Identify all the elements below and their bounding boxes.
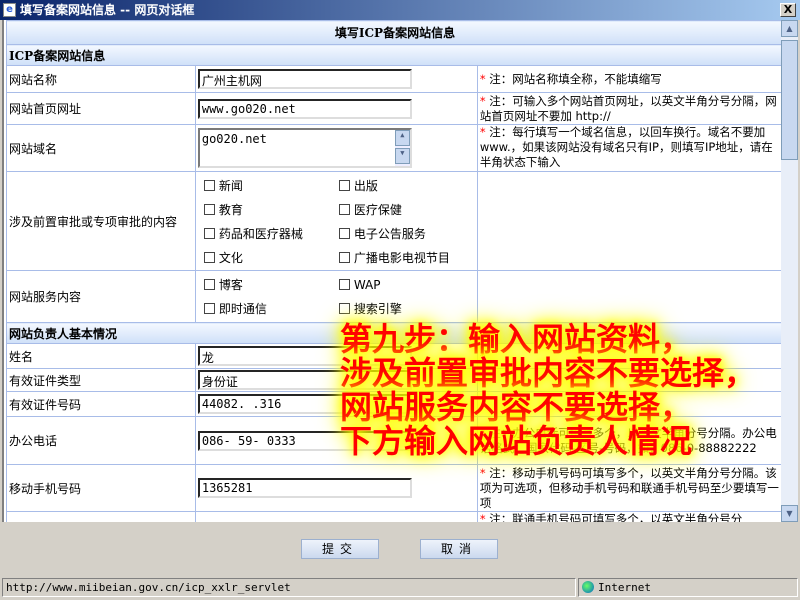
- title-bar: e 填写备案网站信息 -- 网页对话框 X: [0, 0, 800, 20]
- checkbox-im[interactable]: 即时通信: [203, 300, 339, 317]
- site-name-input[interactable]: 广州主机网: [197, 69, 412, 89]
- label-office-phone: 办公电话: [6, 416, 196, 465]
- site-name-note: 注：网站名称填全称，不能填缩写: [489, 71, 662, 86]
- overlay-line: 网站服务内容不要选择，: [340, 388, 693, 426]
- overlay-line: 第九步：输入网站资料，: [340, 320, 693, 358]
- unicom-note: 注：联通手机号码可填写多个，以英文半角分号分: [489, 512, 743, 522]
- domain-value: go020.net: [201, 132, 267, 146]
- scroll-thumb[interactable]: [781, 40, 798, 160]
- overlay-line: 下方输入网站负责人情况: [340, 422, 693, 460]
- status-bar: http://www.miibeian.gov.cn/icp_xxlr_serv…: [0, 577, 800, 598]
- label-name: 姓名: [6, 343, 196, 369]
- window-title: 填写备案网站信息 -- 网页对话框: [20, 3, 195, 17]
- checkbox-wap[interactable]: WAP: [338, 276, 469, 293]
- submit-button[interactable]: 提交: [301, 539, 379, 559]
- label-preapproval: 涉及前置审批或专项审批的内容: [6, 171, 196, 271]
- label-id-type: 有效证件类型: [6, 368, 196, 392]
- checkbox-bbs[interactable]: 电子公告服务: [338, 225, 469, 242]
- textarea-scrollbar[interactable]: ▲ ▼: [394, 130, 410, 166]
- overlay-line: 涉及前置审批内容不要选择，: [340, 354, 757, 392]
- status-url: http://www.miibeian.gov.cn/icp_xxlr_serv…: [2, 578, 576, 597]
- close-button[interactable]: X: [780, 3, 796, 17]
- form-title: 填写ICP备案网站信息: [6, 20, 784, 45]
- site-url-input[interactable]: www.go020.net: [197, 98, 412, 119]
- label-service: 网站服务内容: [6, 270, 196, 323]
- checkbox-culture[interactable]: 文化: [203, 249, 339, 266]
- mobile-note: 注：移动手机号码可填写多个，以英文半角分号分隔。该项为可选项，但移动手机号码和联…: [479, 465, 779, 510]
- checkbox-broadcast[interactable]: 广播电影电视节目: [338, 249, 469, 266]
- globe-icon: [582, 581, 594, 593]
- domain-textarea[interactable]: go020.net ▲ ▼: [197, 128, 412, 168]
- scroll-down-icon[interactable]: ▼: [781, 505, 798, 522]
- checkbox-publishing[interactable]: 出版: [338, 177, 469, 194]
- instruction-overlay: 第九步：输入网站资料， 涉及前置审批内容不要选择， 网站服务内容不要选择， 下方…: [340, 322, 756, 458]
- ie-icon: e: [3, 3, 16, 17]
- checkbox-news[interactable]: 新闻: [203, 177, 339, 194]
- status-zone: Internet: [578, 578, 798, 597]
- label-site-url: 网站首页网址: [6, 92, 196, 125]
- label-site-name: 网站名称: [6, 65, 196, 93]
- scroll-down-icon[interactable]: ▼: [394, 148, 410, 164]
- vertical-scrollbar[interactable]: ▲ ▼: [781, 20, 798, 522]
- label-mobile: 移动手机号码: [6, 464, 196, 512]
- section-site-info: ICP备案网站信息: [6, 44, 784, 66]
- domain-note: 注：每行填写一个域名信息，以回车换行。域名不要加 www.，如果该网站没有域名只…: [479, 125, 773, 169]
- checkbox-blog[interactable]: 博客: [203, 276, 339, 293]
- checkbox-healthcare[interactable]: 医疗保健: [338, 201, 469, 218]
- label-id-number: 有效证件号码: [6, 391, 196, 417]
- cancel-button[interactable]: 取消: [420, 539, 498, 559]
- checkbox-drugs[interactable]: 药品和医疗器械: [203, 225, 339, 242]
- scroll-up-icon[interactable]: ▲: [394, 130, 410, 146]
- checkbox-search[interactable]: 搜索引擎: [338, 300, 469, 317]
- checkbox-education[interactable]: 教育: [203, 201, 339, 218]
- label-domain: 网站域名: [6, 124, 196, 172]
- scroll-up-icon[interactable]: ▲: [781, 20, 798, 37]
- site-url-note: 注：可输入多个网站首页网址，以英文半角分号分隔，网站首页网址不要加 http:/…: [479, 93, 777, 123]
- mobile-input[interactable]: 1365281: [197, 478, 412, 498]
